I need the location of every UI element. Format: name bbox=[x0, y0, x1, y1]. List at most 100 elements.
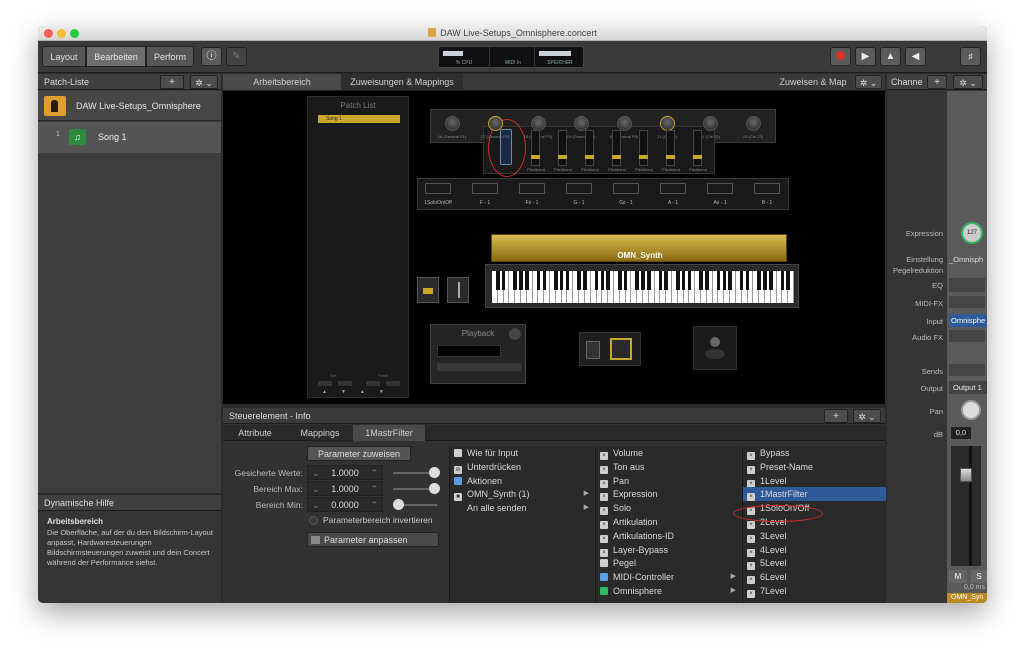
black-key[interactable] bbox=[542, 271, 546, 290]
mapping-item[interactable]: × Artikulation bbox=[596, 515, 742, 529]
workspace-action-menu[interactable]: ✲ ⌄ bbox=[855, 75, 882, 89]
playback-knob[interactable] bbox=[509, 328, 521, 340]
playback-transport[interactable] bbox=[437, 363, 521, 371]
black-key[interactable] bbox=[757, 271, 761, 290]
black-key[interactable] bbox=[496, 271, 500, 290]
tab-workspace[interactable]: Arbeitsbereich bbox=[223, 74, 341, 90]
assign-map-button[interactable]: Zuweisen & Map bbox=[774, 74, 852, 90]
black-key[interactable] bbox=[739, 271, 744, 290]
play-button[interactable]: ▶ bbox=[855, 47, 876, 66]
input-slot[interactable]: Omnisphe bbox=[949, 314, 987, 327]
patch-list-action-menu[interactable]: ✲ ⌄ bbox=[190, 75, 218, 89]
knob-6[interactable] bbox=[660, 116, 675, 131]
mapping-item[interactable]: × Bypass bbox=[743, 446, 886, 460]
black-key[interactable] bbox=[786, 271, 790, 290]
fader-6[interactable] bbox=[639, 130, 648, 166]
mapping-item[interactable]: An alle senden ▶ bbox=[450, 501, 595, 515]
range-min-field[interactable]: ⌄ 0.0000 ⌃ bbox=[307, 497, 383, 512]
black-key[interactable] bbox=[536, 271, 541, 290]
set-next-button[interactable] bbox=[338, 381, 352, 386]
knob-8[interactable] bbox=[746, 116, 761, 131]
black-key[interactable] bbox=[600, 271, 605, 290]
black-key[interactable] bbox=[583, 271, 587, 290]
pitch-wheel[interactable] bbox=[417, 277, 439, 303]
mapping-item[interactable]: × 7Level bbox=[743, 584, 886, 598]
black-key[interactable] bbox=[658, 271, 663, 290]
saved-values-field[interactable]: ⌄ 1.0000 ⌃ bbox=[307, 465, 383, 480]
keyboard[interactable] bbox=[485, 264, 799, 308]
eq-slot[interactable] bbox=[949, 278, 985, 292]
mapping-item[interactable]: ■ OMN_Synth (1) ▶ bbox=[450, 487, 595, 502]
channel-action-menu[interactable]: ✲ ⌄ bbox=[953, 75, 983, 89]
fader-2[interactable] bbox=[531, 130, 540, 166]
add-channel-button[interactable]: + bbox=[927, 75, 947, 89]
pad-6[interactable] bbox=[660, 183, 686, 194]
fader-8[interactable] bbox=[693, 130, 702, 166]
black-key[interactable] bbox=[664, 271, 668, 290]
add-patch-button[interactable]: + bbox=[160, 75, 184, 89]
range-max-field[interactable]: ⌄ 1.0000 ⌃ bbox=[307, 481, 383, 496]
black-key[interactable] bbox=[705, 271, 709, 290]
keyboard-keys[interactable] bbox=[492, 271, 794, 303]
mapping-item[interactable]: × Solo bbox=[596, 501, 742, 516]
knob-3[interactable] bbox=[531, 116, 546, 131]
tab-mappings[interactable]: Mappings bbox=[287, 425, 353, 441]
tab-master-filter[interactable]: 1MastrFilter bbox=[353, 425, 425, 441]
pad-5[interactable] bbox=[613, 183, 639, 194]
tab-assignments-mappings[interactable]: Zuweisungen & Mappings bbox=[341, 74, 463, 90]
black-key[interactable] bbox=[525, 271, 529, 290]
pad-7[interactable] bbox=[707, 183, 733, 194]
knob-7[interactable] bbox=[703, 116, 718, 131]
mapping-item[interactable]: × Volume bbox=[596, 446, 742, 460]
tuner-button[interactable]: ♯ bbox=[960, 47, 981, 66]
black-key[interactable] bbox=[554, 271, 558, 290]
playback-widget[interactable]: Playback bbox=[430, 324, 526, 384]
setting-value[interactable]: _Omnisph bbox=[949, 255, 983, 264]
black-key[interactable] bbox=[676, 271, 680, 290]
patch-list-widget[interactable]: Patch List Song 1 Set Patch ▲▼▲▼ bbox=[307, 96, 409, 398]
mapping-item[interactable]: × Expression bbox=[596, 487, 742, 502]
concert-row[interactable]: DAW Live-Setups_Omnisphere bbox=[38, 91, 221, 121]
black-key[interactable] bbox=[728, 271, 732, 290]
audio-fx-slot[interactable] bbox=[949, 330, 985, 342]
mapping-item[interactable]: Aktionen bbox=[450, 474, 595, 488]
mapping-item[interactable]: ⊘ Unterdrücken bbox=[450, 460, 595, 474]
info-action-menu[interactable]: ✲ ⌄ bbox=[853, 409, 881, 423]
black-key[interactable] bbox=[681, 271, 686, 290]
solo-button[interactable]: S bbox=[971, 570, 987, 583]
mute-button[interactable]: M bbox=[949, 570, 967, 583]
mapping-item[interactable]: × 3Level bbox=[743, 529, 886, 543]
switch-2[interactable] bbox=[610, 338, 632, 360]
mapping-item[interactable]: Wie für Input bbox=[450, 446, 595, 460]
black-key[interactable] bbox=[519, 271, 523, 290]
knob-2[interactable] bbox=[488, 116, 503, 131]
mapping-item[interactable]: × 6Level bbox=[743, 570, 886, 585]
speaker-button[interactable]: ◀ bbox=[905, 47, 926, 66]
mapping-item[interactable]: × 5Level bbox=[743, 556, 886, 571]
fader-4[interactable] bbox=[585, 130, 594, 166]
black-key[interactable] bbox=[647, 271, 651, 290]
knob-1[interactable] bbox=[445, 116, 460, 131]
set-prev-button[interactable] bbox=[318, 381, 332, 386]
layout-button[interactable]: Layout bbox=[42, 46, 86, 67]
black-key[interactable] bbox=[745, 271, 750, 290]
pad-8[interactable] bbox=[754, 183, 780, 194]
adjust-parameter-button[interactable]: Parameter anpassen bbox=[307, 532, 439, 547]
black-key[interactable] bbox=[606, 271, 610, 290]
assign-parameter-button[interactable]: Parameter zuweisen bbox=[307, 446, 411, 461]
pad-1[interactable] bbox=[425, 183, 451, 194]
expression-knob[interactable]: 127 bbox=[961, 222, 983, 244]
sends-slot[interactable] bbox=[949, 364, 985, 376]
black-key[interactable] bbox=[722, 271, 727, 290]
mapping-item[interactable]: Omnisphere ▶ bbox=[596, 584, 742, 598]
edit-button[interactable]: Bearbeiten bbox=[86, 46, 146, 67]
black-key[interactable] bbox=[594, 271, 599, 290]
mapping-item[interactable]: × Ton aus bbox=[596, 460, 742, 474]
joystick[interactable] bbox=[693, 326, 737, 370]
black-key[interactable] bbox=[618, 271, 622, 290]
patch-next-button[interactable] bbox=[386, 381, 400, 386]
black-key[interactable] bbox=[687, 271, 692, 290]
fader-5[interactable] bbox=[612, 130, 621, 166]
black-key[interactable] bbox=[780, 271, 785, 290]
perform-button[interactable]: Perform bbox=[146, 46, 194, 67]
